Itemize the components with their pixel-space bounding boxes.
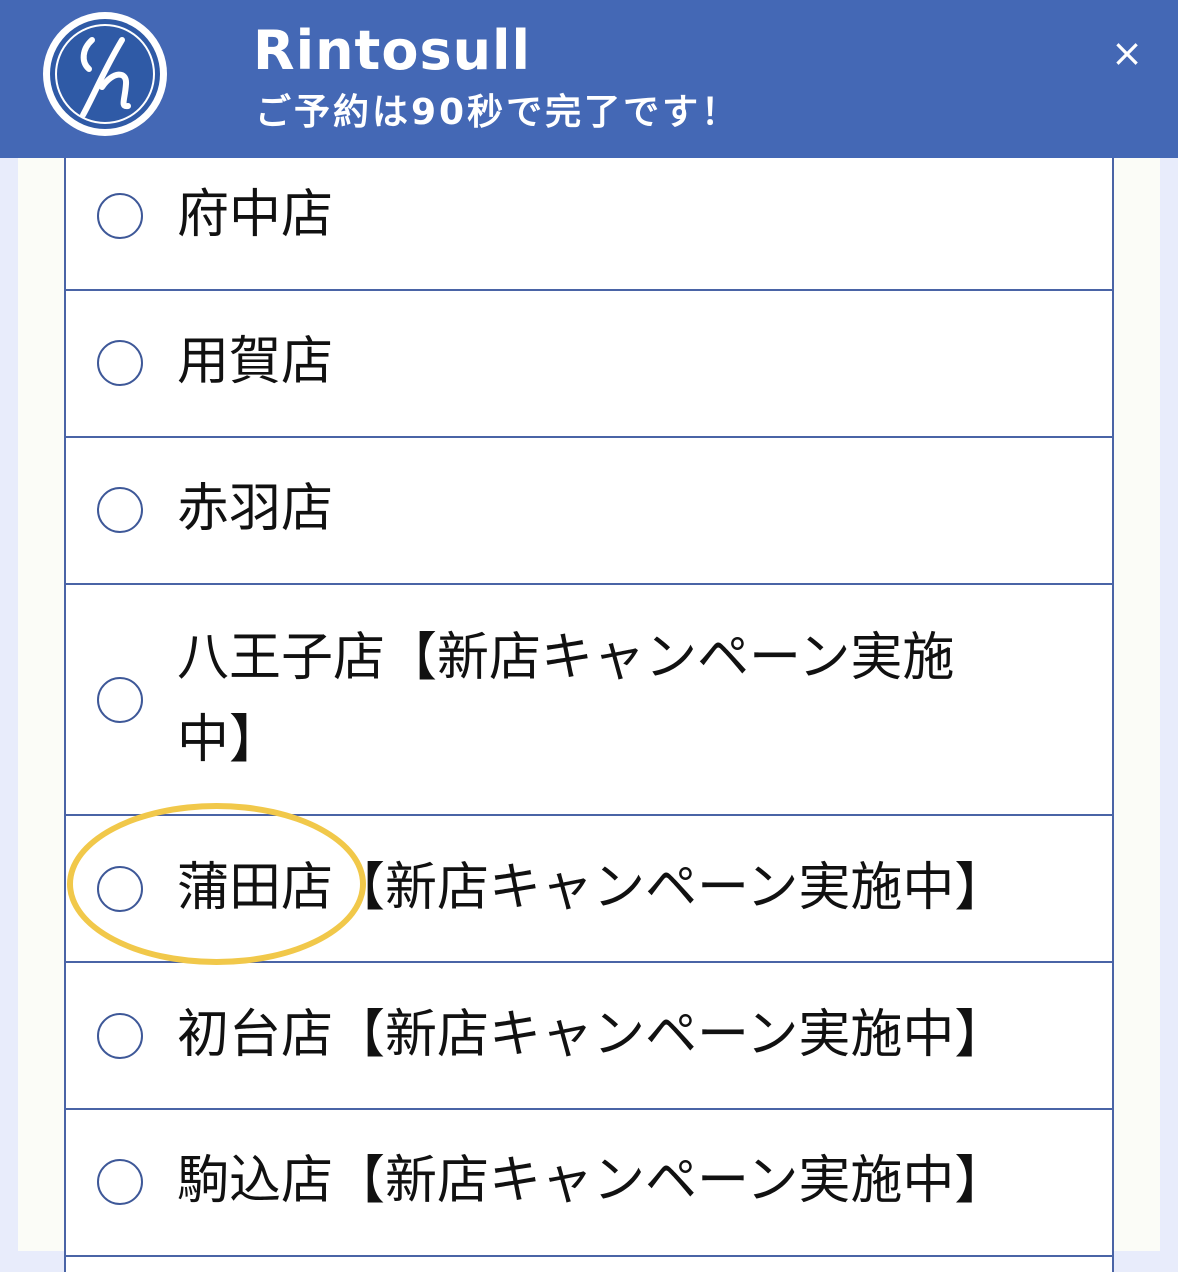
store-option-komagome[interactable]: 駒込店【新店キャンペーン実施中】	[66, 1110, 1112, 1257]
store-option-label: 駒込店【新店キャンペーン実施中】	[177, 1151, 1007, 1211]
radio-button-icon[interactable]	[97, 193, 143, 239]
app-subtitle: ご予約は90秒で完了です！	[255, 92, 741, 133]
radio-button-icon[interactable]	[97, 1013, 143, 1059]
store-option-label: 初台店【新店キャンペーン実施中】	[177, 1005, 1007, 1065]
store-option-kamata[interactable]: 蒲田店【新店キャンペーン実施中】	[66, 816, 1112, 963]
store-option-akabane[interactable]: 赤羽店	[66, 438, 1112, 585]
radio-button-icon[interactable]	[97, 677, 143, 723]
app-title: Rintosull	[253, 19, 532, 82]
store-option-label: 府中店	[177, 185, 334, 245]
radio-button-icon[interactable]	[97, 487, 143, 533]
rintosull-logo-icon	[40, 9, 170, 139]
close-icon[interactable]: ×	[1100, 26, 1154, 80]
radio-button-icon[interactable]	[97, 1159, 143, 1205]
store-option-hachioji[interactable]: 八王子店【新店キャンペーン実施中】	[66, 585, 1112, 816]
store-option-fuchu[interactable]: 府中店	[66, 142, 1112, 291]
store-option-label: 赤羽店	[177, 479, 334, 539]
store-option-yoga[interactable]: 用賀店	[66, 291, 1112, 438]
radio-button-icon[interactable]	[97, 866, 143, 912]
store-option-label: 用賀店	[177, 332, 334, 392]
store-option-label: 蒲田店【新店キャンペーン実施中】	[177, 858, 1007, 918]
store-option-label: 八王子店【新店キャンペーン実施中】	[177, 628, 955, 770]
app-header: Rintosull ご予約は90秒で完了です！ ×	[0, 0, 1178, 158]
store-radio-list: 府中店 用賀店 赤羽店 八王子店【新店キャンペーン実施中】 蒲田店【新店キャンペ…	[64, 142, 1114, 1272]
radio-button-icon[interactable]	[97, 340, 143, 386]
store-option-hatsudai[interactable]: 初台店【新店キャンペーン実施中】	[66, 963, 1112, 1110]
